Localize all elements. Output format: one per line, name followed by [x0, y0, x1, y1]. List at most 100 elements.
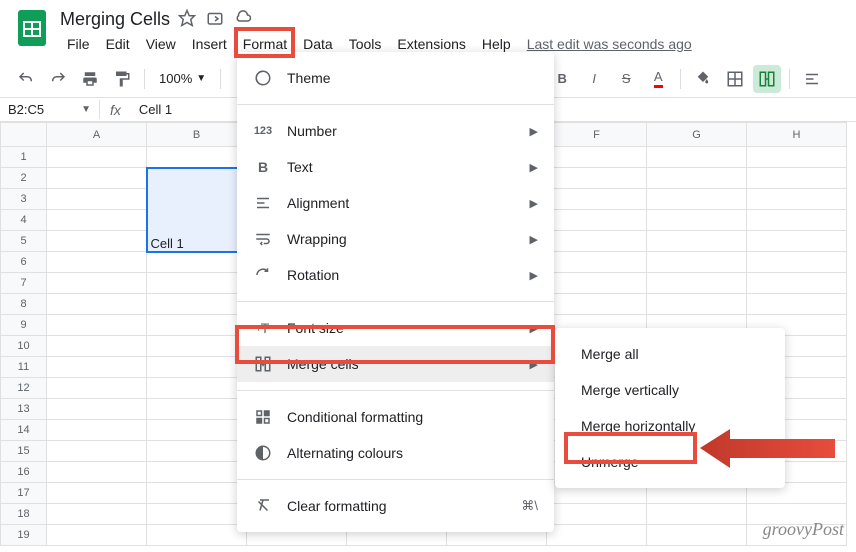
col-header[interactable]: F — [547, 123, 647, 147]
cell[interactable] — [47, 336, 147, 357]
cell[interactable] — [747, 147, 847, 168]
cell[interactable] — [547, 294, 647, 315]
menu-alignment[interactable]: Alignment ▶ — [237, 185, 554, 221]
text-color-button[interactable]: A — [644, 65, 672, 93]
cell[interactable] — [647, 210, 747, 231]
menu-number[interactable]: 123 Number ▶ — [237, 113, 554, 149]
cell[interactable] — [547, 189, 647, 210]
cell[interactable] — [747, 273, 847, 294]
paint-format-button[interactable] — [108, 65, 136, 93]
cell[interactable] — [47, 210, 147, 231]
cell[interactable] — [547, 147, 647, 168]
menu-theme[interactable]: Theme — [237, 60, 554, 96]
cell[interactable] — [147, 399, 247, 420]
menu-clear-formatting[interactable]: Clear formatting ⌘\ — [237, 488, 554, 524]
row-header[interactable]: 10 — [1, 336, 47, 357]
row-header[interactable]: 18 — [1, 504, 47, 525]
name-box[interactable]: B2:C5 ▼ — [0, 100, 100, 119]
fill-color-button[interactable] — [689, 65, 717, 93]
doc-title[interactable]: Merging Cells — [60, 9, 170, 30]
cell[interactable] — [47, 147, 147, 168]
menu-font-size[interactable]: тT Font size ▶ — [237, 310, 554, 346]
cell[interactable] — [547, 252, 647, 273]
cell[interactable] — [647, 525, 747, 546]
cell[interactable] — [747, 210, 847, 231]
cell[interactable] — [647, 147, 747, 168]
cell[interactable] — [47, 189, 147, 210]
row-header[interactable]: 16 — [1, 462, 47, 483]
cell[interactable] — [747, 168, 847, 189]
cell[interactable] — [647, 252, 747, 273]
col-header[interactable]: H — [747, 123, 847, 147]
cloud-icon[interactable] — [234, 9, 252, 30]
row-header[interactable]: 12 — [1, 378, 47, 399]
borders-button[interactable] — [721, 65, 749, 93]
cell[interactable] — [647, 231, 747, 252]
row-header[interactable]: 4 — [1, 210, 47, 231]
cell[interactable] — [547, 168, 647, 189]
row-header[interactable]: 15 — [1, 441, 47, 462]
redo-button[interactable] — [44, 65, 72, 93]
menu-view[interactable]: View — [139, 32, 183, 56]
row-header[interactable]: 1 — [1, 147, 47, 168]
row-header[interactable]: 19 — [1, 525, 47, 546]
star-icon[interactable] — [178, 9, 196, 30]
cell[interactable] — [147, 357, 247, 378]
cell[interactable] — [47, 525, 147, 546]
cell[interactable] — [147, 147, 247, 168]
cell[interactable] — [147, 504, 247, 525]
cell[interactable] — [747, 189, 847, 210]
cell[interactable] — [147, 441, 247, 462]
align-button[interactable] — [798, 65, 826, 93]
cell[interactable] — [47, 294, 147, 315]
cell[interactable] — [47, 504, 147, 525]
cell[interactable] — [147, 336, 247, 357]
cell[interactable] — [547, 210, 647, 231]
cell[interactable] — [647, 273, 747, 294]
cell[interactable] — [647, 189, 747, 210]
cell[interactable] — [147, 525, 247, 546]
move-icon[interactable] — [206, 9, 224, 30]
strike-button[interactable]: S — [612, 65, 640, 93]
row-header[interactable]: 11 — [1, 357, 47, 378]
submenu-merge-all[interactable]: Merge all — [555, 336, 785, 372]
row-header[interactable]: 17 — [1, 483, 47, 504]
cell[interactable] — [47, 420, 147, 441]
cell[interactable] — [47, 252, 147, 273]
row-header[interactable]: 8 — [1, 294, 47, 315]
cell[interactable] — [47, 483, 147, 504]
cell[interactable] — [647, 294, 747, 315]
sheets-logo[interactable] — [12, 8, 52, 48]
zoom-select[interactable]: 100% ▼ — [153, 67, 212, 90]
cell[interactable] — [147, 315, 247, 336]
cell[interactable] — [647, 504, 747, 525]
cell[interactable] — [747, 294, 847, 315]
menu-text[interactable]: B Text ▶ — [237, 149, 554, 185]
cell[interactable] — [147, 378, 247, 399]
cell[interactable] — [47, 441, 147, 462]
row-header[interactable]: 13 — [1, 399, 47, 420]
menu-wrapping[interactable]: Wrapping ▶ — [237, 221, 554, 257]
cell[interactable] — [47, 462, 147, 483]
col-header[interactable]: A — [47, 123, 147, 147]
row-header[interactable]: 3 — [1, 189, 47, 210]
row-header[interactable]: 2 — [1, 168, 47, 189]
row-header[interactable]: 7 — [1, 273, 47, 294]
row-header[interactable]: 5 — [1, 231, 47, 252]
cell[interactable] — [147, 462, 247, 483]
cell[interactable] — [147, 483, 247, 504]
cell[interactable] — [47, 399, 147, 420]
cell[interactable] — [147, 273, 247, 294]
cell[interactable] — [47, 231, 147, 252]
cell[interactable] — [47, 273, 147, 294]
cell[interactable] — [747, 252, 847, 273]
row-header[interactable]: 9 — [1, 315, 47, 336]
cell[interactable] — [547, 273, 647, 294]
print-button[interactable] — [76, 65, 104, 93]
row-header[interactable]: 14 — [1, 420, 47, 441]
menu-alternating-colours[interactable]: Alternating colours — [237, 435, 554, 471]
cell[interactable] — [147, 252, 247, 273]
cell[interactable] — [147, 420, 247, 441]
menu-file[interactable]: File — [60, 32, 97, 56]
cell[interactable] — [747, 231, 847, 252]
